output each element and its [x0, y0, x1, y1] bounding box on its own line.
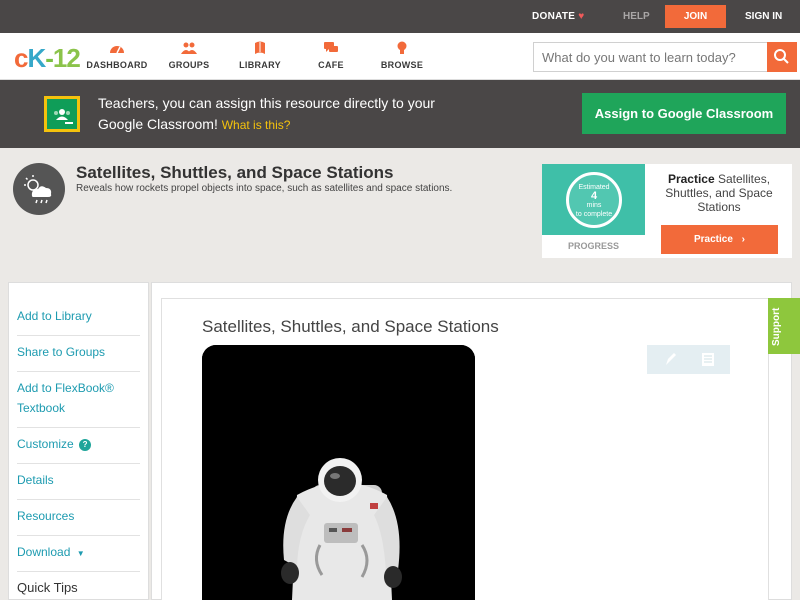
help-circle-icon[interactable]: ? — [79, 439, 92, 451]
classroom-board-icon — [54, 109, 73, 124]
search-icon — [774, 49, 789, 64]
sidebar-item-label: Details — [17, 473, 54, 487]
pencil-icon[interactable] — [666, 353, 676, 365]
resource-header: Satellites, Shuttles, and Space Stations… — [0, 148, 800, 280]
progress-label: PROGRESS — [567, 241, 619, 251]
sidebar: Add to Library Share to Groups Add to Fl… — [8, 282, 149, 600]
heart-icon: ♥ — [578, 11, 585, 22]
resource-description: Reveals how rockets propel objects into … — [76, 183, 453, 194]
google-classroom-banner: Teachers, you can assign this resource d… — [0, 80, 800, 148]
dashboard-icon — [110, 46, 124, 54]
annotation-toolbar — [647, 345, 730, 374]
weather-icon — [13, 163, 65, 215]
logo-number: 12 — [52, 43, 81, 73]
nav-library-label: LIBRARY — [239, 60, 281, 70]
nav-browse-label: BROWSE — [380, 60, 424, 70]
library-icon — [255, 41, 265, 54]
nav-groups-label: GROUPS — [168, 60, 210, 70]
practice-text: Practice Satellites, Shuttles, and Space… — [652, 172, 786, 214]
notes-icon[interactable] — [702, 353, 714, 366]
support-label: Support — [771, 307, 782, 346]
astronaut-image — [202, 345, 475, 600]
sidebar-item-customize[interactable]: Customize ? — [17, 428, 140, 464]
nav-cafe-label: CAFE — [318, 60, 344, 70]
search-button[interactable] — [767, 42, 797, 72]
banner-text-block: Teachers, you can assign this resource d… — [98, 93, 438, 136]
practice-card: Estimated 4 mins to complete PROGRESS Pr… — [542, 164, 792, 258]
estimate-line3: mins — [586, 202, 602, 209]
estimate-minutes: 4 — [590, 190, 598, 202]
practice-button-label: Practice — [693, 234, 733, 245]
sidebar-item-label: Add to Library — [17, 309, 92, 323]
browse-icon — [397, 41, 407, 54]
ck12-logo[interactable]: cK-12 — [14, 43, 81, 74]
practice-bold: Practice — [667, 172, 715, 186]
search-input[interactable] — [534, 43, 764, 71]
sidebar-item-label: Customize — [17, 437, 74, 451]
astronaut-illustration — [202, 345, 475, 600]
sign-in-link[interactable]: SIGN IN — [745, 11, 782, 22]
join-button[interactable]: JOIN — [665, 5, 726, 28]
nav-library[interactable]: LIBRARY — [225, 41, 295, 70]
top-utility-bar: DONATE ♥ HELP JOIN SIGN IN — [0, 0, 800, 33]
donate-label: DONATE — [532, 11, 576, 22]
nav-cafe[interactable]: CAFE — [296, 41, 366, 70]
support-tab[interactable]: Support — [768, 298, 800, 354]
quick-tips-heading: Quick Tips — [17, 580, 78, 595]
cloud-sun-rain-icon — [24, 175, 52, 204]
sidebar-item-details[interactable]: Details — [17, 464, 140, 500]
sidebar-item-label: Download — [17, 545, 71, 559]
what-is-this-link[interactable]: What is this? — [222, 118, 291, 132]
caret-down-icon: ▼ — [76, 549, 85, 558]
nav-dashboard-label: DASHBOARD — [86, 60, 148, 70]
practice-button[interactable]: Practice › — [661, 225, 778, 254]
sidebar-item-label: Add to FlexBook® Textbook — [17, 381, 114, 415]
assign-google-classroom-button[interactable]: Assign to Google Classroom — [582, 93, 786, 134]
nav-browse[interactable]: BROWSE — [367, 41, 437, 70]
donate-link[interactable]: DONATE ♥ — [532, 11, 585, 22]
nav-groups[interactable]: GROUPS — [154, 41, 224, 70]
help-link[interactable]: HELP — [623, 11, 650, 22]
google-classroom-icon — [44, 96, 80, 132]
estimate-badge: Estimated 4 mins to complete — [566, 172, 622, 228]
nav-dashboard[interactable]: DASHBOARD — [82, 41, 152, 70]
search-box — [533, 42, 797, 72]
sidebar-item-label: Share to Groups — [17, 345, 106, 359]
cafe-icon — [324, 42, 338, 52]
resource-title: Satellites, Shuttles, and Space Stations — [76, 163, 394, 182]
sidebar-item-download[interactable]: Download ▼ — [17, 536, 140, 572]
sidebar-item-label: Resources — [17, 509, 75, 523]
sidebar-item-share-to-groups[interactable]: Share to Groups — [17, 336, 140, 372]
content-title: Satellites, Shuttles, and Space Stations — [202, 317, 499, 336]
estimate-line4: to complete — [575, 211, 613, 218]
logo-dash: - — [45, 43, 54, 73]
groups-icon — [181, 42, 197, 54]
main-nav: cK-12 DASHBOARD GROUPS LIBRARY CAFE BROW… — [0, 33, 800, 80]
sidebar-item-add-to-flexbook[interactable]: Add to FlexBook® Textbook — [17, 372, 140, 428]
logo-k: K — [27, 43, 46, 73]
sidebar-item-resources[interactable]: Resources — [17, 500, 140, 536]
logo-c: c — [14, 43, 29, 73]
toolbar-icons — [666, 353, 714, 366]
progress-graphic: Estimated 4 mins to complete — [542, 164, 645, 235]
chevron-right-icon: › — [741, 234, 746, 245]
sidebar-item-add-to-library[interactable]: Add to Library — [17, 299, 140, 336]
